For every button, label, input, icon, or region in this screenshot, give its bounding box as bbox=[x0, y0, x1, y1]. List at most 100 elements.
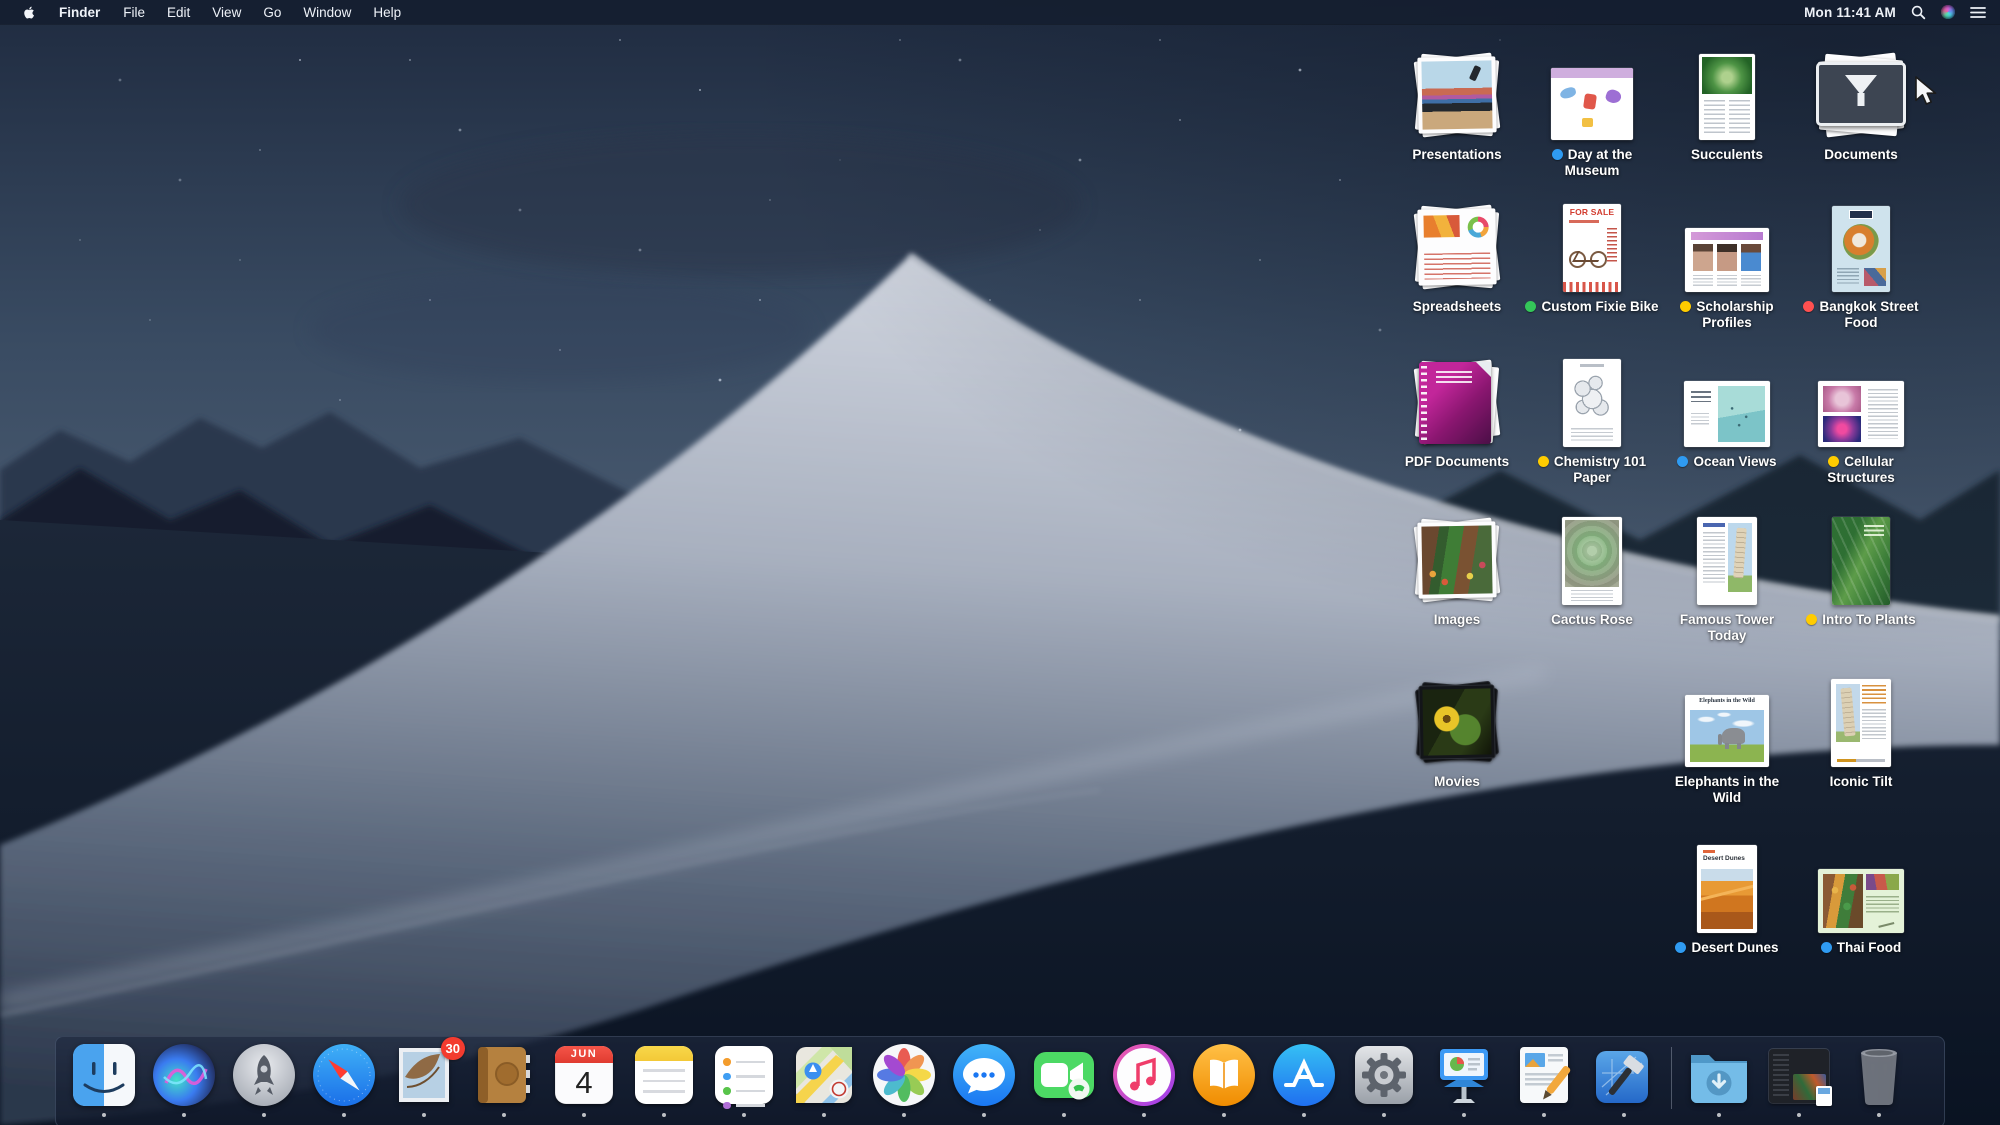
stack-succulents[interactable]: Succulents bbox=[1652, 45, 1802, 163]
stack-thumbnail bbox=[1831, 672, 1891, 767]
stack-label: Bangkok Street Food bbox=[1793, 299, 1929, 331]
dock-contacts-icon[interactable] bbox=[472, 1043, 536, 1117]
doc-title: Elephants in the Wild bbox=[1699, 698, 1755, 704]
dock-system-preferences-icon[interactable] bbox=[1352, 1043, 1416, 1117]
stack-label: Iconic Tilt bbox=[1830, 774, 1893, 790]
running-indicator-dot bbox=[422, 1113, 426, 1117]
dock-notes-icon[interactable] bbox=[632, 1043, 696, 1117]
stack-label: Images bbox=[1434, 612, 1481, 628]
dock-separator bbox=[1671, 1047, 1672, 1109]
dock-mail-icon[interactable]: 30 bbox=[392, 1037, 465, 1117]
stack-label-text: Elephants in the Wild bbox=[1674, 774, 1780, 805]
stack-day-at-the-museum[interactable]: Day at the Museum bbox=[1517, 45, 1667, 179]
stack-label: Day at the Museum bbox=[1524, 147, 1660, 179]
stack-presentations[interactable]: Presentations bbox=[1382, 45, 1532, 163]
dock-xcode-icon[interactable] bbox=[1592, 1043, 1656, 1117]
stack-label-text: Documents bbox=[1824, 147, 1898, 162]
dock-itunes-icon[interactable] bbox=[1112, 1043, 1176, 1117]
stack-label: Documents bbox=[1824, 147, 1898, 163]
stack-thumbnail bbox=[1699, 45, 1755, 140]
menu-finder[interactable]: Finder bbox=[47, 5, 112, 20]
stack-cactus-rose[interactable]: Cactus Rose bbox=[1517, 510, 1667, 628]
running-indicator-dot bbox=[822, 1113, 826, 1117]
dock-books-icon[interactable] bbox=[1192, 1043, 1256, 1117]
dock-launchpad-icon[interactable] bbox=[232, 1043, 296, 1117]
stack-thumbnail bbox=[1409, 45, 1505, 140]
running-indicator-dot bbox=[342, 1113, 346, 1117]
stack-famous-tower-today[interactable]: Famous Tower Today bbox=[1652, 510, 1802, 644]
menu-window[interactable]: Window bbox=[292, 5, 362, 20]
dock-siri-icon[interactable] bbox=[152, 1043, 216, 1117]
dock-trash-icon[interactable] bbox=[1847, 1043, 1911, 1117]
market-photo-thumbnail bbox=[1421, 525, 1493, 595]
stack-thumbnail bbox=[1832, 197, 1890, 292]
running-indicator-dot bbox=[182, 1113, 186, 1117]
stack-label: Movies bbox=[1434, 774, 1480, 790]
stack-thumbnail: Desert Dunes bbox=[1697, 838, 1757, 933]
spotlight-icon[interactable] bbox=[1911, 5, 1926, 20]
dock-messages-icon[interactable] bbox=[952, 1043, 1016, 1117]
stack-thumbnail bbox=[1409, 352, 1505, 447]
menu-help[interactable]: Help bbox=[362, 5, 412, 20]
stack-label: Desert Dunes bbox=[1675, 940, 1779, 956]
stack-label: Custom Fixie Bike bbox=[1525, 299, 1659, 315]
stack-custom-fixie-bike[interactable]: FOR SALE Custom Fixie Bike bbox=[1517, 197, 1667, 315]
dock-minimized-window-icon[interactable] bbox=[1767, 1043, 1832, 1117]
menu-file[interactable]: File bbox=[112, 5, 156, 20]
dock-app-store-icon[interactable] bbox=[1272, 1043, 1336, 1117]
stack-cellular-structures[interactable]: Cellular Structures bbox=[1786, 352, 1936, 486]
stack-desert-dunes[interactable]: Desert Dunes Desert Dunes bbox=[1652, 838, 1802, 956]
stack-movies[interactable]: Movies bbox=[1382, 672, 1532, 790]
dock-keynote-icon[interactable] bbox=[1432, 1043, 1496, 1117]
pdf-booklet-thumbnail bbox=[1419, 362, 1491, 444]
notes-pad bbox=[635, 1046, 693, 1104]
running-indicator-dot bbox=[902, 1113, 906, 1117]
stack-spreadsheets[interactable]: Spreadsheets bbox=[1382, 197, 1532, 315]
dock-photos-icon[interactable] bbox=[872, 1043, 936, 1117]
siri-icon[interactable] bbox=[1941, 5, 1955, 19]
stack-thai-food[interactable]: Thai Food bbox=[1786, 838, 1936, 956]
stack-ocean-views[interactable]: Ocean Views bbox=[1652, 352, 1802, 470]
dock-facetime-icon[interactable] bbox=[1032, 1043, 1096, 1117]
running-indicator-dot bbox=[982, 1113, 986, 1117]
dock-downloads-icon[interactable] bbox=[1687, 1043, 1751, 1117]
dock-pages-icon[interactable] bbox=[1512, 1043, 1576, 1117]
stack-label-text: PDF Documents bbox=[1404, 454, 1510, 469]
running-indicator-dot bbox=[1462, 1113, 1466, 1117]
flyer-title: FOR SALE bbox=[1569, 207, 1615, 217]
stack-label: Succulents bbox=[1691, 147, 1763, 163]
yellow-tag-dot bbox=[1806, 614, 1818, 625]
dock-maps-icon[interactable] bbox=[792, 1043, 856, 1117]
stack-elephants-in-the-wild[interactable]: Elephants in the Wild Elephants in the Wi… bbox=[1652, 672, 1802, 806]
stack-label: Scholarship Profiles bbox=[1659, 299, 1795, 331]
stack-bangkok-street-food[interactable]: Bangkok Street Food bbox=[1786, 197, 1936, 331]
dock-finder-icon[interactable] bbox=[72, 1043, 136, 1117]
running-indicator-dot bbox=[1142, 1113, 1146, 1117]
dock-reminders-icon[interactable] bbox=[712, 1043, 776, 1117]
stack-pdf-documents[interactable]: PDF Documents bbox=[1382, 352, 1532, 470]
stack-thumbnail bbox=[1551, 45, 1633, 140]
stack-label-text: Bangkok Street Food bbox=[1819, 299, 1919, 330]
stack-intro-to-plants[interactable]: Intro To Plants bbox=[1786, 510, 1936, 628]
menubar-clock[interactable]: Mon 11:41 AM bbox=[1804, 5, 1896, 20]
dock-safari-icon[interactable] bbox=[312, 1043, 376, 1117]
stack-label: Intro To Plants bbox=[1806, 612, 1916, 628]
stack-iconic-tilt[interactable]: Iconic Tilt bbox=[1786, 672, 1936, 790]
yellow-tag-dot bbox=[1537, 456, 1549, 467]
stack-label: Presentations bbox=[1412, 147, 1501, 163]
stack-thumbnail bbox=[1563, 352, 1621, 447]
apple-menu-icon[interactable] bbox=[14, 5, 47, 20]
stack-label-text: Images bbox=[1433, 612, 1481, 627]
calendar-month: JUN bbox=[555, 1046, 613, 1063]
menu-edit[interactable]: Edit bbox=[156, 5, 201, 20]
blue-tag-dot bbox=[1675, 942, 1687, 953]
blue-tag-dot bbox=[1551, 149, 1563, 160]
stack-chemistry-101-paper[interactable]: Chemistry 101 Paper bbox=[1517, 352, 1667, 486]
stack-images[interactable]: Images bbox=[1382, 510, 1532, 628]
dock-calendar-icon[interactable]: JUN 4 bbox=[552, 1043, 616, 1117]
notification-center-icon[interactable] bbox=[1970, 6, 1986, 19]
stack-scholarship-profiles[interactable]: Scholarship Profiles bbox=[1652, 197, 1802, 331]
menu-view[interactable]: View bbox=[201, 5, 252, 20]
stack-label: Ocean Views bbox=[1677, 454, 1777, 470]
menu-go[interactable]: Go bbox=[252, 5, 292, 20]
